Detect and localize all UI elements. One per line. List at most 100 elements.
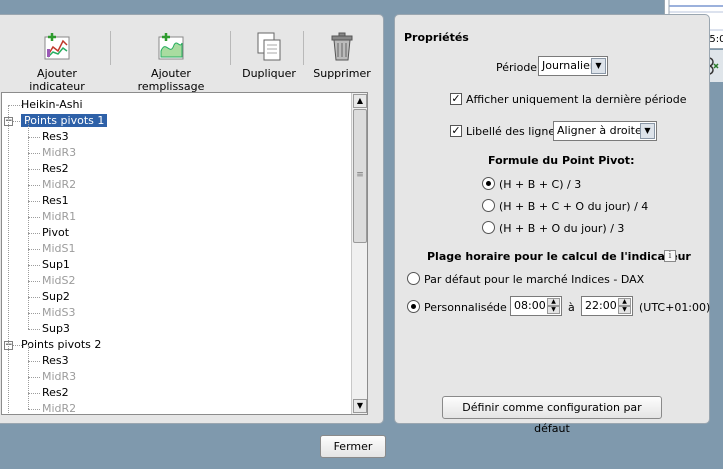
tree-connector bbox=[28, 137, 40, 138]
tree-child-item[interactable]: Res1 bbox=[42, 193, 69, 209]
tree-connector bbox=[28, 393, 29, 409]
custom-time-radio[interactable] bbox=[407, 300, 420, 313]
tree-child-item[interactable]: Sup2 bbox=[42, 289, 70, 305]
tree-connector bbox=[8, 105, 9, 414]
tree-child-item[interactable]: MidR3 bbox=[42, 145, 76, 161]
tree-connector bbox=[28, 297, 29, 313]
info-icon[interactable]: i bbox=[664, 250, 676, 262]
duplicate-icon bbox=[257, 32, 281, 61]
tree-child-item[interactable]: MidR1 bbox=[42, 209, 76, 225]
period-label: Période bbox=[496, 61, 538, 74]
tree-child-item[interactable]: MidR2 bbox=[42, 401, 76, 414]
tree-group-item[interactable]: Heikin-Ashi bbox=[21, 97, 83, 113]
formula-title: Formule du Point Pivot: bbox=[488, 154, 635, 167]
formula-option-3: (H + B + O du jour) / 3 bbox=[499, 222, 625, 235]
add-fill-button[interactable]: Ajouter remplissage bbox=[121, 31, 221, 93]
tree-connector bbox=[8, 105, 22, 106]
line-labels-select[interactable]: Aligner à droite ▼ bbox=[553, 121, 657, 141]
tree-connector bbox=[28, 281, 40, 282]
tree-child-item[interactable]: MidS2 bbox=[42, 273, 76, 289]
tree-connector bbox=[28, 153, 40, 154]
tree-item-label: Sup3 bbox=[42, 322, 70, 335]
formula-radio-2[interactable] bbox=[482, 199, 495, 212]
tree-connector bbox=[28, 217, 40, 218]
duplicate-label: Dupliquer bbox=[242, 67, 296, 80]
period-select[interactable]: Journalier ▼ bbox=[538, 56, 608, 76]
tree-connector bbox=[28, 249, 40, 250]
tree-scrollbar[interactable]: ▲ ≡ ▼ bbox=[351, 93, 367, 414]
tree-item-label: MidR2 bbox=[42, 178, 77, 191]
tree-child-item[interactable]: Res2 bbox=[42, 161, 69, 177]
tree-child-item[interactable]: Res3 bbox=[42, 129, 69, 145]
tree-group-item[interactable]: Points pivots 2 bbox=[21, 337, 101, 353]
last-period-checkbox[interactable]: ✓ bbox=[450, 93, 462, 105]
properties-title: Propriétés bbox=[404, 31, 469, 44]
to-label: à bbox=[568, 301, 575, 314]
spin-down-icon[interactable]: ▼ bbox=[547, 306, 560, 314]
tree-child-item[interactable]: Sup1 bbox=[42, 257, 70, 273]
tree-child-item[interactable]: MidR2 bbox=[42, 177, 76, 193]
default-market-radio[interactable] bbox=[407, 272, 420, 285]
formula-radio-3[interactable] bbox=[482, 221, 495, 234]
tree-connector bbox=[28, 393, 40, 394]
spin-down-icon[interactable]: ▼ bbox=[618, 306, 631, 314]
scroll-up-icon[interactable]: ▲ bbox=[353, 94, 367, 108]
tree-connector bbox=[28, 265, 40, 266]
tree-connector bbox=[28, 153, 29, 169]
toolbar-separator bbox=[303, 31, 304, 65]
delete-button[interactable]: Supprimer bbox=[313, 31, 371, 80]
trash-icon bbox=[331, 32, 353, 61]
timezone-label: (UTC+01:00) bbox=[639, 301, 711, 314]
from-time-spinner[interactable]: 08:00 ▲ ▼ bbox=[510, 296, 562, 316]
tree-item-label: Sup2 bbox=[42, 290, 70, 303]
tree-item-label: Res3 bbox=[42, 354, 69, 367]
tree-connector bbox=[28, 169, 29, 185]
indicator-tree[interactable]: Heikin-Ashi − Points pivots 1 Res3 MidR3 Res2… bbox=[1, 92, 368, 415]
tree-connector bbox=[28, 217, 29, 233]
tree-child-item[interactable]: MidS3 bbox=[42, 305, 76, 321]
tree-connector bbox=[28, 249, 29, 265]
tree-connector bbox=[28, 329, 40, 330]
tree-connector bbox=[28, 185, 40, 186]
duplicate-button[interactable]: Dupliquer bbox=[241, 31, 297, 80]
to-time-value: 22:00 bbox=[585, 299, 617, 312]
tree-child-item[interactable]: MidR3 bbox=[42, 369, 76, 385]
close-button[interactable]: Fermer bbox=[320, 435, 386, 458]
tree-connector bbox=[28, 297, 40, 298]
tree-item-label: Points pivots 2 bbox=[21, 338, 102, 351]
tree-item-label: Pivot bbox=[42, 226, 70, 239]
tree-connector bbox=[28, 185, 29, 201]
from-label: de bbox=[493, 301, 507, 314]
tree-item-label: MidS2 bbox=[42, 274, 76, 287]
line-labels-checkbox[interactable]: ✓ bbox=[450, 125, 462, 137]
tree-item-label: Points pivots 1 bbox=[21, 114, 108, 127]
tree-connector bbox=[28, 265, 29, 281]
tree-connector bbox=[28, 121, 29, 137]
spin-up-icon[interactable]: ▲ bbox=[547, 298, 560, 306]
tree-child-item[interactable]: Res3 bbox=[42, 353, 69, 369]
tree-item-label: Res3 bbox=[42, 130, 69, 143]
add-indicator-icon bbox=[44, 33, 70, 60]
tree-connector bbox=[28, 201, 40, 202]
tree-child-item[interactable]: Pivot bbox=[42, 225, 69, 241]
tree-connector bbox=[28, 377, 29, 393]
tree-connector bbox=[28, 233, 40, 234]
to-time-spinner[interactable]: 22:00 ▲ ▼ bbox=[581, 296, 633, 316]
tree-connector bbox=[28, 345, 29, 361]
scrollbar-thumb[interactable]: ≡ bbox=[353, 109, 367, 243]
tree-item-label: MidS1 bbox=[42, 242, 76, 255]
toolbar-separator bbox=[230, 31, 231, 65]
from-time-value: 08:00 bbox=[514, 299, 546, 312]
spin-up-icon[interactable]: ▲ bbox=[618, 298, 631, 306]
scroll-down-icon[interactable]: ▼ bbox=[353, 399, 367, 413]
tree-group-item[interactable]: Points pivots 1 bbox=[21, 113, 108, 129]
tree-child-item[interactable]: MidS1 bbox=[42, 241, 76, 257]
properties-panel: Propriétés Période Journalier ▼ ✓ Affich… bbox=[394, 14, 711, 435]
tree-item-label: MidR3 bbox=[42, 146, 77, 159]
tree-child-item[interactable]: Sup3 bbox=[42, 321, 70, 337]
formula-radio-1[interactable] bbox=[482, 177, 495, 190]
tree-connector bbox=[28, 233, 29, 249]
set-default-button[interactable]: Définir comme configuration par défaut bbox=[442, 396, 662, 435]
tree-child-item[interactable]: Res2 bbox=[42, 385, 69, 401]
add-indicator-button[interactable]: Ajouter indicateur bbox=[11, 31, 103, 93]
